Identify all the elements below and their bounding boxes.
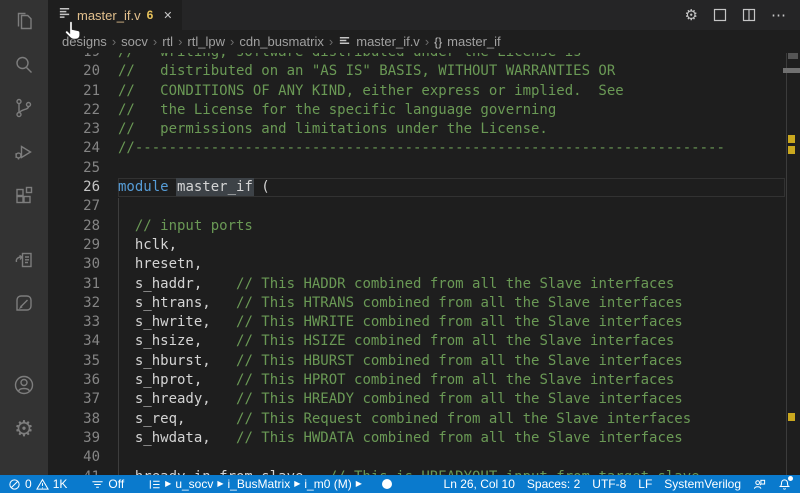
code-line[interactable]: 39 s_hwdata, // This HWDATA combined fro…: [48, 429, 786, 448]
hierarchy-arrow-icon: ▶: [217, 479, 224, 488]
tab-master-if[interactable]: master_if.v 6 ✕: [48, 0, 183, 30]
code-line[interactable]: 23// permissions and limitations under t…: [48, 120, 786, 139]
breadcrumb-item[interactable]: rtl_lpw: [187, 34, 225, 49]
code-line[interactable]: 30 hresetn,: [48, 255, 786, 274]
hierarchy-arrow-icon: ▶: [294, 479, 301, 488]
edit-note-icon[interactable]: [12, 291, 36, 315]
ruler-cursor-marker: [783, 68, 800, 73]
code-line[interactable]: 37 s_hready, // This HREADY combined fro…: [48, 390, 786, 409]
breadcrumb-separator: ›: [178, 34, 183, 49]
editor-actions: ⚙ ⋯: [685, 0, 800, 30]
code-line[interactable]: 33 s_hwrite, // This HWRITE combined fro…: [48, 313, 786, 332]
status-left: 0 1K Off ▶ u_socv ▶ i_BusMatrix ▶ i_m0 (…: [0, 477, 392, 491]
breadcrumb-separator: ›: [424, 34, 430, 49]
ruler-modified-marker: [788, 135, 795, 143]
layout-icon[interactable]: [713, 8, 727, 22]
cursor-position[interactable]: Ln 26, Col 10: [444, 477, 515, 491]
code-line[interactable]: 31 s_haddr, // This HADDR combined from …: [48, 275, 786, 294]
code-line[interactable]: 34 s_hsize, // This HSIZE combined from …: [48, 332, 786, 351]
breadcrumb-separator: ›: [152, 34, 158, 49]
warnings-icon: [35, 478, 49, 491]
status-bar: 0 1K Off ▶ u_socv ▶ i_BusMatrix ▶ i_m0 (…: [0, 475, 800, 493]
code-line-active[interactable]: 26 module master_if (: [48, 178, 786, 197]
breadcrumb-item[interactable]: rtl: [162, 34, 173, 49]
hierarchy-arrow-icon: ▶: [355, 479, 362, 488]
indentation[interactable]: Spaces: 2: [527, 477, 580, 491]
source-control-icon[interactable]: [12, 96, 36, 120]
status-dot-indicator: [381, 479, 392, 489]
language-mode[interactable]: SystemVerilog: [664, 477, 741, 491]
word-highlight: master_if: [177, 179, 253, 196]
breadcrumb-separator: ›: [328, 34, 334, 49]
scrollbar[interactable]: [783, 53, 800, 475]
filter-toggle[interactable]: Off: [91, 477, 124, 491]
hierarchy-item[interactable]: i_BusMatrix: [228, 477, 291, 491]
code-line[interactable]: 20// distributed on an "AS IS" BASIS, WI…: [48, 62, 786, 81]
code-line[interactable]: 35 s_hburst, // This HBURST combined fro…: [48, 352, 786, 371]
ruler-modified-marker: [788, 413, 795, 421]
breadcrumb-separator: ›: [230, 34, 235, 49]
extensions-icon[interactable]: [12, 184, 36, 208]
feedback-icon[interactable]: [753, 478, 766, 491]
code-line[interactable]: 25: [48, 159, 786, 178]
search-icon[interactable]: [12, 53, 36, 77]
activity-bar: ⚙: [0, 0, 48, 475]
eol-sequence[interactable]: LF: [638, 477, 652, 491]
scrollbar-thumb[interactable]: [788, 53, 798, 59]
breadcrumb-item[interactable]: socv: [121, 34, 148, 49]
run-debug-icon[interactable]: [12, 140, 36, 164]
code-lines: 19// writing, software distributed under…: [48, 53, 786, 475]
settings-gear-icon[interactable]: ⚙: [12, 417, 36, 441]
status-right: Ln 26, Col 10 Spaces: 2 UTF-8 LF SystemV…: [444, 475, 800, 491]
code-line[interactable]: 41 hready_in_from_slave, // This is HREA…: [48, 468, 786, 475]
list-tree-icon: [148, 478, 161, 491]
errors-icon: [8, 478, 21, 491]
tab-label: master_if.v: [77, 7, 141, 23]
split-editor-icon[interactable]: [742, 8, 756, 22]
code-line[interactable]: 28 // input ports: [48, 217, 786, 236]
code-line[interactable]: 36 s_hprot, // This HPROT combined from …: [48, 371, 786, 390]
tab-close-icon[interactable]: ✕: [163, 9, 172, 22]
notifications-bell[interactable]: [778, 475, 793, 491]
code-line[interactable]: 29 hclk,: [48, 236, 786, 255]
hierarchy-item[interactable]: u_socv: [175, 477, 213, 491]
errors-count: 0: [25, 477, 32, 491]
breadcrumb-item[interactable]: cdn_busmatrix: [239, 34, 324, 49]
breadcrumb-file-icon: [338, 34, 351, 50]
encoding[interactable]: UTF-8: [592, 477, 626, 491]
breadcrumb-separator: ›: [111, 34, 117, 49]
code-line[interactable]: 27: [48, 197, 786, 216]
code-line[interactable]: 19// writing, software distributed under…: [48, 53, 786, 62]
problems-indicator[interactable]: 0 1K: [8, 477, 67, 491]
filter-icon: [91, 478, 104, 491]
code-line[interactable]: 32 s_htrans, // This HTRANS combined fro…: [48, 294, 786, 313]
tab-bar: master_if.v 6 ✕ ⚙ ⋯: [48, 0, 800, 30]
tab-badge: 6: [146, 8, 154, 22]
code-line[interactable]: 22// the License for the specific langua…: [48, 101, 786, 120]
code-line[interactable]: 38 s_req, // This Request combined from …: [48, 410, 786, 429]
breadcrumb: designs › socv › rtl › rtl_lpw › cdn_bus…: [48, 30, 800, 53]
code-editor[interactable]: 19// writing, software distributed under…: [48, 53, 800, 475]
explorer-icon[interactable]: [12, 10, 36, 34]
header-gear-icon[interactable]: ⚙: [685, 8, 698, 23]
hierarchy-arrow-icon: ▶: [165, 479, 172, 488]
hierarchy-path[interactable]: ▶ u_socv ▶ i_BusMatrix ▶ i_m0 (M) ▶: [148, 477, 362, 491]
account-icon[interactable]: [12, 373, 36, 397]
symbol-module-icon: {}: [434, 34, 443, 49]
filter-state: Off: [108, 477, 125, 491]
file-type-icon: [58, 6, 71, 24]
breadcrumb-item[interactable]: master_if.v: [356, 34, 420, 49]
vscode-window: ⚙ master_if.v 6 ✕ ⚙ ⋯ designs › socv › r…: [0, 0, 800, 493]
ruler-modified-marker: [788, 146, 795, 154]
warnings-count: 1K: [52, 477, 68, 491]
notification-badge: [788, 475, 793, 481]
hierarchy-item[interactable]: i_m0 (M): [304, 477, 351, 491]
breadcrumb-item[interactable]: designs: [62, 34, 107, 49]
code-line[interactable]: 21// CONDITIONS OF ANY KIND, either expr…: [48, 82, 786, 101]
code-line[interactable]: 40: [48, 448, 786, 467]
code-line[interactable]: 24//------------------------------------…: [48, 139, 786, 158]
file-transfer-icon[interactable]: [12, 247, 36, 271]
more-actions-icon[interactable]: ⋯: [771, 6, 787, 24]
breadcrumb-item[interactable]: master_if: [447, 34, 500, 49]
